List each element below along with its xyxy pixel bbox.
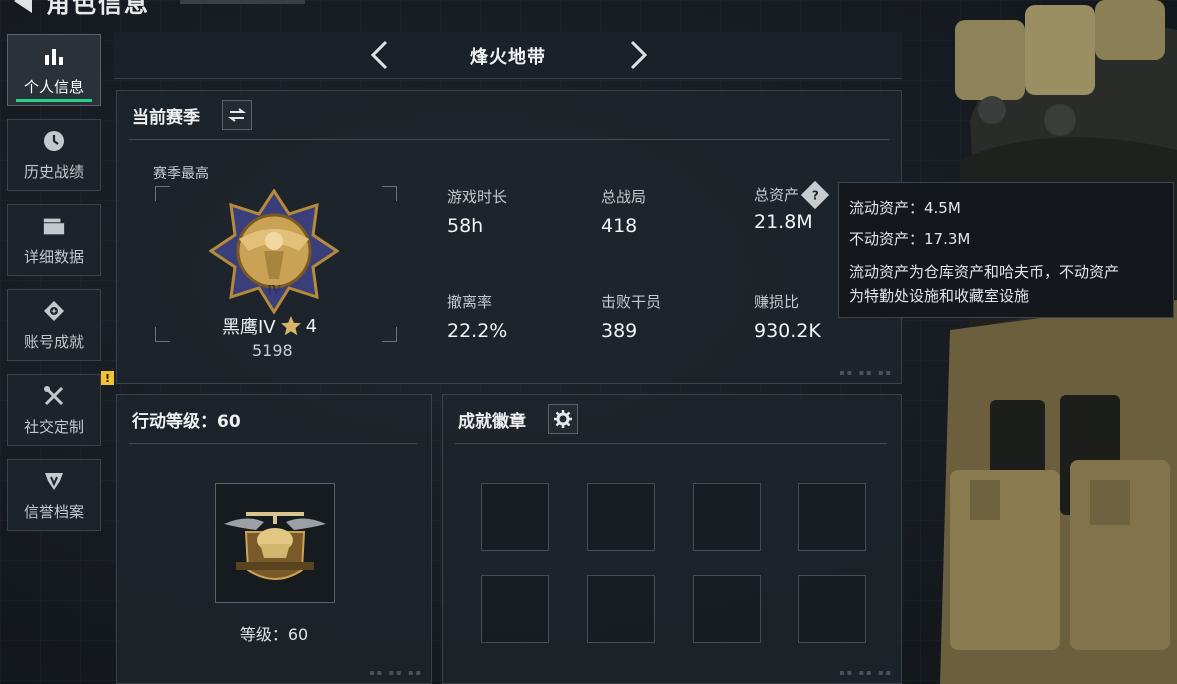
season-panel: 当前赛季 赛季最高 IV 黑鹰IV 4 5198 游戏时长 58h 总战局 41… — [116, 90, 902, 384]
tooltip-desc-line: 流动资产为仓库资产和哈夫币，不动资产 — [849, 263, 1120, 281]
rank-emblem-icon: IV — [209, 189, 339, 314]
chevron-right-icon — [630, 40, 648, 70]
badge-slot[interactable] — [481, 483, 549, 551]
sidebar-item-personal-info[interactable]: 个人信息 — [7, 34, 101, 106]
tooltip-fixed-assets: 不动资产：17.3M — [849, 230, 971, 248]
sidebar-item-label: 详细数据 — [23, 247, 84, 266]
stat-label: 总战局 — [601, 188, 647, 206]
sidebar-item-details[interactable]: 详细数据 — [7, 204, 101, 276]
back-arrow-icon[interactable] — [14, 0, 32, 13]
sidebar-item-achievements[interactable]: 账号成就 — [7, 289, 101, 361]
stat-value: 22.2% — [447, 320, 508, 342]
folder-icon — [42, 214, 66, 238]
stat-label-text: 总资产 — [754, 186, 800, 204]
divider — [455, 443, 887, 444]
mode-title: 烽火地带 — [470, 47, 546, 68]
sidebar-item-label: 个人信息 — [23, 77, 84, 96]
swap-icon — [228, 108, 246, 122]
shield-icon — [42, 469, 66, 493]
clock-icon — [42, 129, 66, 153]
stat-total-matches: 总战局 418 — [601, 186, 646, 237]
page-title: 角色信息 — [46, 0, 150, 18]
stat-value: 58h — [447, 215, 484, 237]
level-panel-title: 行动等级：60 — [132, 412, 241, 432]
sidebar-item-label: 历史战绩 — [23, 162, 84, 181]
stat-label: 击败干员 — [601, 293, 662, 311]
level-label: 等级：60 — [239, 625, 309, 644]
stat-value: 418 — [601, 215, 638, 237]
season-best-label: 赛季最高 — [153, 166, 209, 182]
stat-playtime: 游戏时长 58h — [447, 186, 507, 237]
badge-panel: 成就徽章 ▪▪ ▪▪ ▪▪ — [442, 394, 902, 684]
next-mode-button[interactable] — [624, 40, 652, 70]
badge-panel-title: 成就徽章 — [458, 412, 526, 432]
level-panel: 行动等级：60 等级：60 ▪▪ ▪▪ ▪▪ — [116, 394, 432, 684]
tooltip-liquid-assets: 流动资产：4.5M — [849, 199, 961, 217]
medal-icon — [42, 299, 66, 323]
badge-slot[interactable] — [693, 483, 761, 551]
badge-slot[interactable] — [587, 483, 655, 551]
corner-decoration: ▪▪ ▪▪ ▪▪ — [839, 668, 893, 677]
gear-icon — [554, 410, 572, 428]
season-panel-title: 当前赛季 — [132, 108, 200, 128]
sidebar-item-label: 信誉档案 — [23, 502, 84, 521]
stat-value: 21.8M — [754, 211, 813, 233]
sidebar-item-label: 账号成就 — [23, 332, 84, 351]
badge-slot[interactable] — [798, 575, 866, 643]
stat-label: 游戏时长 — [447, 188, 508, 206]
stat-value: 389 — [601, 320, 638, 342]
stat-operators-defeated: 击败干员 389 — [601, 291, 661, 342]
stat-value: 930.2K — [754, 320, 821, 342]
rank-score: 5198 — [252, 341, 293, 360]
star-icon — [280, 316, 301, 336]
stat-profit-loss-ratio: 赚损比 930.2K — [754, 291, 821, 342]
corner-decoration: ▪▪ ▪▪ ▪▪ — [369, 668, 423, 677]
badge-slot[interactable] — [693, 575, 761, 643]
level-emblem-frame — [215, 483, 335, 603]
tooltip-description: 流动资产为仓库资产和哈夫币，不动资产 为特勤处设施和收藏室设施 — [849, 260, 1163, 308]
mode-selector: 烽火地带 — [114, 32, 902, 79]
sidebar-item-reputation[interactable]: 信誉档案 — [7, 459, 101, 531]
badge-slot[interactable] — [481, 575, 549, 643]
stat-total-assets: 总资产 ? 21.8M — [754, 180, 830, 233]
character-model — [940, 0, 1177, 684]
helicopter-emblem-icon — [224, 512, 326, 580]
stat-label: 撤离率 — [447, 293, 493, 311]
badge-settings-button[interactable] — [548, 404, 578, 434]
bar-chart-icon — [42, 44, 66, 68]
rank-name: 黑鹰IV 4 — [222, 313, 317, 339]
help-icon[interactable]: ? — [800, 180, 830, 209]
stat-label: 总资产 ? — [754, 180, 830, 209]
warning-badge: ! — [101, 371, 114, 385]
badge-slot[interactable] — [798, 483, 866, 551]
divider — [129, 443, 417, 444]
header-decoration — [180, 0, 305, 4]
tools-icon — [42, 384, 66, 408]
divider — [129, 139, 889, 140]
switch-season-button[interactable] — [222, 100, 252, 130]
sidebar-item-label: 社交定制 — [23, 417, 84, 436]
corner-decoration: ▪▪ ▪▪ ▪▪ — [839, 368, 893, 377]
stat-extraction-rate: 撤离率 22.2% — [447, 291, 507, 342]
rank-stars: 4 — [305, 315, 318, 337]
svg-text:IV: IV — [267, 283, 281, 297]
assets-tooltip: 流动资产：4.5M 不动资产：17.3M 流动资产为仓库资产和哈夫币，不动资产 … — [838, 182, 1174, 318]
page-header: 角色信息 — [0, 0, 150, 18]
sidebar: 个人信息 历史战绩 详细数据 账号成就 社交定制 ! 信誉档案 — [7, 34, 114, 544]
sidebar-item-social[interactable]: 社交定制 ! — [7, 371, 114, 446]
tooltip-desc-line: 为特勤处设施和收藏室设施 — [849, 287, 1030, 305]
stat-label: 赚损比 — [754, 293, 800, 311]
rank-name-text: 黑鹰IV — [222, 317, 276, 338]
badge-slot[interactable] — [587, 575, 655, 643]
sidebar-item-history[interactable]: 历史战绩 — [7, 119, 101, 191]
